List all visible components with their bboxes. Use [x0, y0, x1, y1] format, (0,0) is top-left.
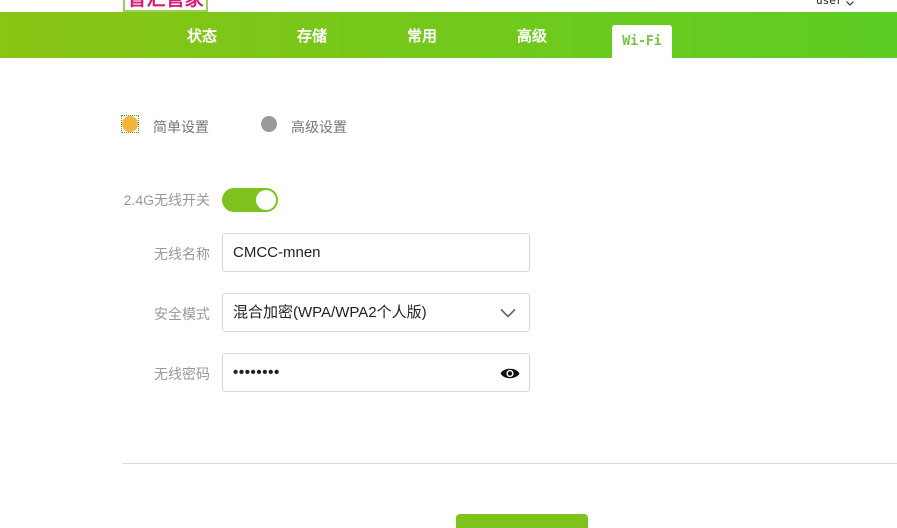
wifi-24g-toggle[interactable]	[222, 188, 278, 212]
radio-simple-setup[interactable]: 简单设置	[121, 115, 222, 138]
password-label: 无线密码	[154, 366, 210, 382]
security-mode-select[interactable]: 混合加密(WPA/WPA2个人版)	[222, 293, 530, 332]
security-mode-label: 安全模式	[154, 306, 210, 322]
user-name: user	[816, 0, 843, 7]
radio-dot	[122, 116, 138, 132]
eye-icon[interactable]	[500, 367, 520, 380]
main-nav: 状态 存储 常用 高级 Wi-Fi	[0, 12, 897, 58]
wifi-switch-label: 2.4G无线开关	[123, 192, 210, 208]
tab-wifi[interactable]: Wi-Fi	[612, 25, 672, 58]
security-mode-value: 混合加密(WPA/WPA2个人版)	[233, 304, 427, 321]
tab-label: 高级	[516, 28, 547, 45]
section-divider	[122, 463, 897, 464]
radio-label: 高级设置	[291, 119, 347, 135]
tab-label: 常用	[406, 28, 437, 45]
submit-button[interactable]	[456, 514, 588, 528]
toggle-knob	[256, 190, 276, 210]
brand-logo: 智汇管家	[123, 0, 208, 12]
radio-advanced-setup[interactable]: 高级设置	[261, 116, 361, 138]
ssid-label: 无线名称	[154, 246, 210, 262]
password-field	[222, 353, 530, 392]
top-header: 智汇管家 user	[0, 0, 897, 12]
logo-text: 智汇管家	[125, 0, 206, 9]
ssid-field	[222, 233, 530, 272]
user-menu[interactable]: user	[814, 0, 859, 7]
radio-dot	[261, 116, 277, 132]
chevron-down-icon	[846, 1, 854, 6]
tab-common[interactable]: 常用	[367, 12, 477, 58]
tab-storage[interactable]: 存储	[257, 12, 367, 58]
router-wifi-settings-page: 智汇管家 user 状态 存储 常用 高级 Wi-Fi 简单设置 高级设置	[0, 0, 897, 528]
tab-label: 状态	[186, 28, 217, 45]
tab-status[interactable]: 状态	[147, 12, 257, 58]
radio-label: 简单设置	[153, 119, 209, 135]
password-input[interactable]	[233, 354, 493, 391]
tab-advanced[interactable]: 高级	[477, 12, 587, 58]
chevron-down-icon	[500, 308, 516, 318]
tab-label: Wi-Fi	[622, 34, 662, 49]
ssid-input[interactable]	[233, 234, 493, 271]
tab-label: 存储	[296, 28, 327, 45]
